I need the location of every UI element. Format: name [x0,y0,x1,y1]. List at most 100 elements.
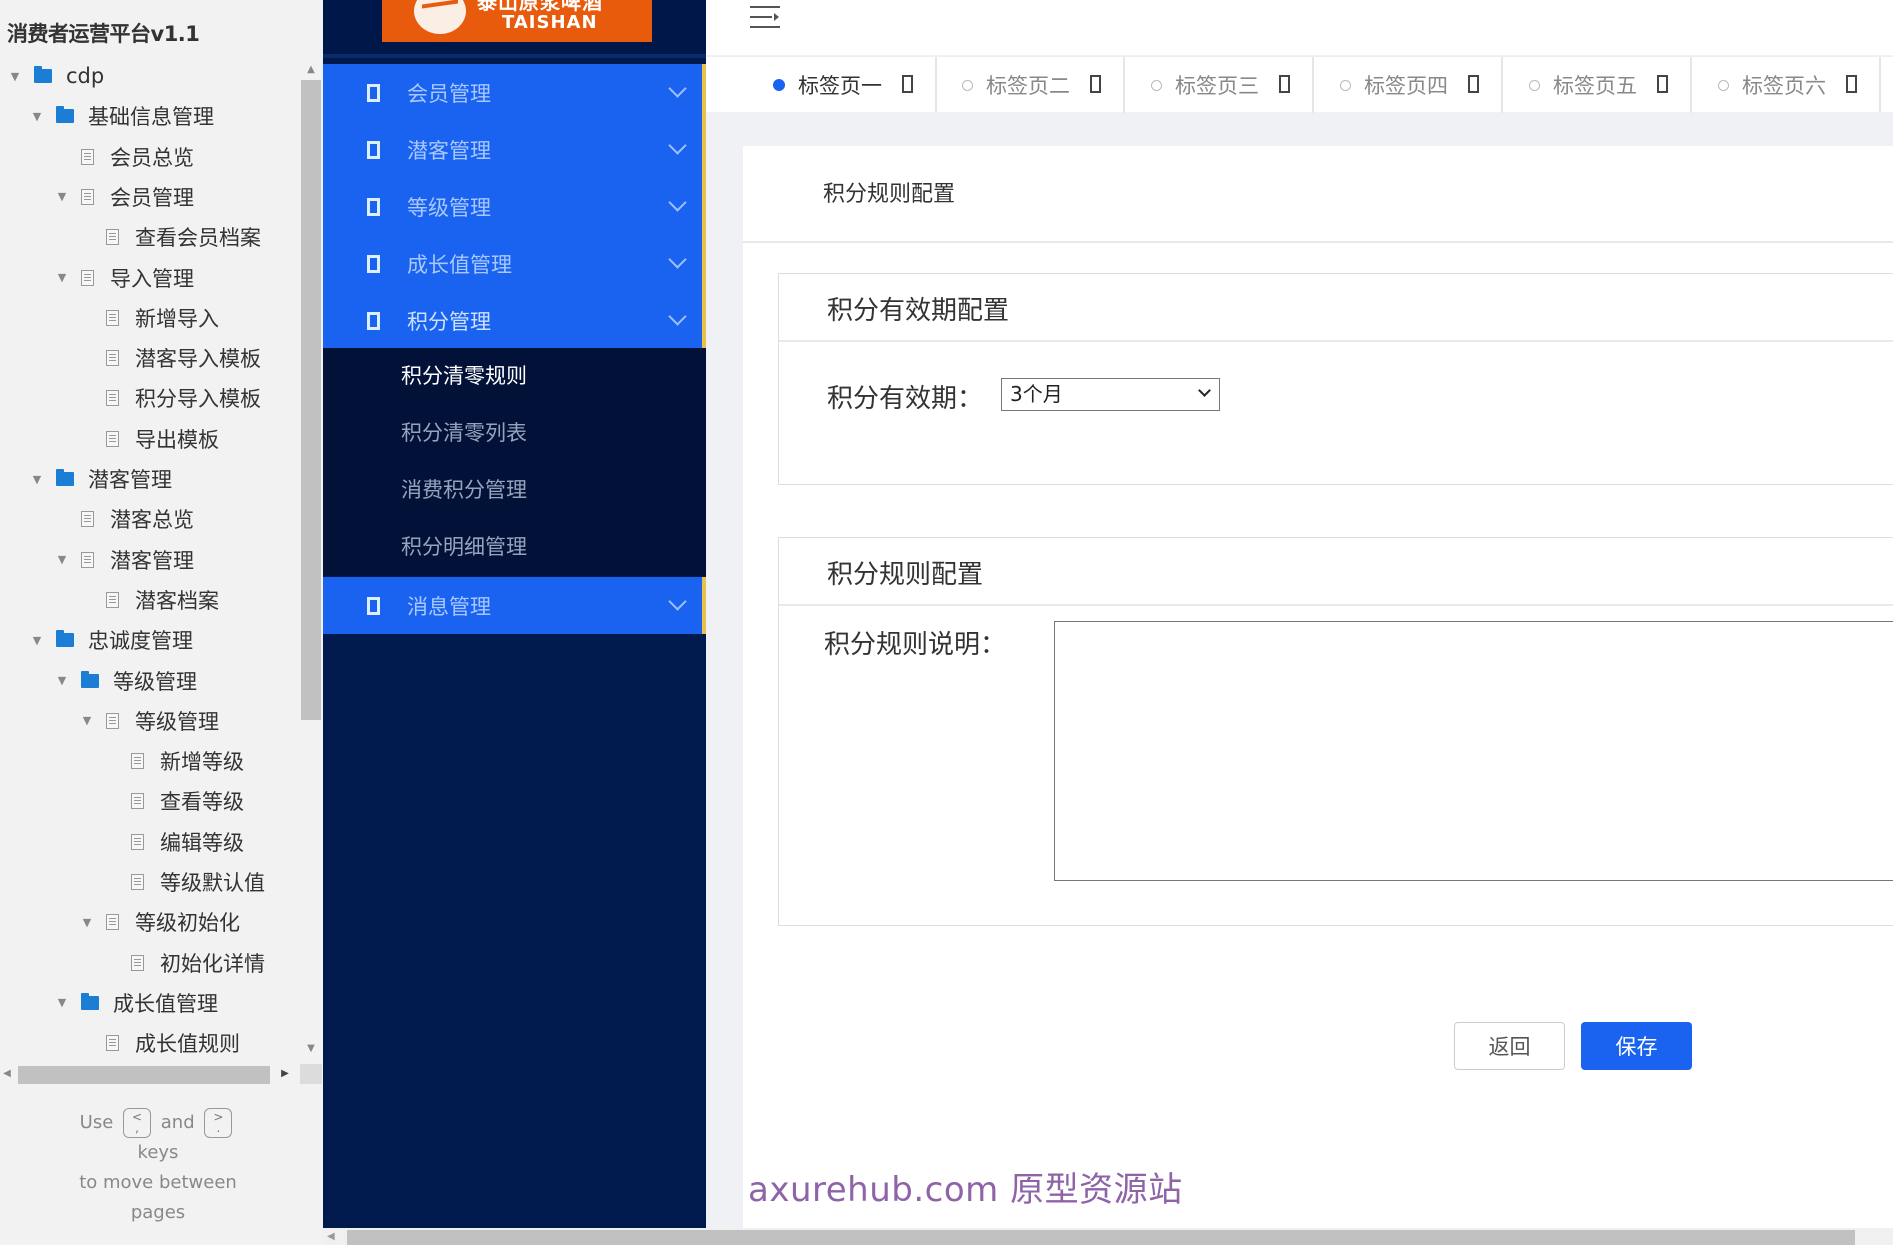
back-button[interactable]: 返回 [1454,1022,1565,1070]
nav-item[interactable]: 等级管理 [323,178,706,235]
sitemap-horizontal-scrollbar[interactable]: ◀ ▶ [0,1064,300,1084]
page-icon [106,229,119,246]
sitemap-item[interactable]: ▼潜客总览 [55,499,194,539]
submenu-item[interactable]: 积分清零规则 [401,348,527,405]
page-icon [106,350,119,367]
menu-fold-icon[interactable] [750,6,780,30]
tab-2[interactable]: 标签页二 [937,57,1125,113]
expand-caret-icon[interactable]: ▼ [55,661,69,701]
tab-1[interactable]: 标签页一 [706,57,937,113]
nav-item[interactable]: 成长值管理 [323,235,706,292]
scrollbar-thumb[interactable] [18,1066,270,1084]
sitemap-item[interactable]: ▼潜客档案 [80,580,219,620]
sitemap-vertical-scrollbar[interactable]: ▲ ▼ [300,62,322,1057]
expand-caret-icon[interactable]: ▼ [55,258,69,298]
scroll-right-arrow-icon[interactable]: ▶ [278,1064,292,1084]
sitemap-item[interactable]: ▼积分导入模板 [80,378,261,418]
submenu-item[interactable]: 消费积分管理 [401,462,527,519]
nav-item[interactable]: 潜客管理 [323,121,706,178]
nav-item[interactable]: 会员管理 [323,64,706,121]
sitemap-item-label: 潜客档案 [135,588,219,613]
expand-caret-icon[interactable]: ▼ [30,96,44,136]
sitemap-item[interactable]: ▼ 基础信息管理 [30,96,214,136]
sitemap-item[interactable]: ▼会员总览 [55,137,194,177]
page-icon [81,148,94,165]
tab-6[interactable]: 标签页六 [1693,57,1881,113]
sitemap-item[interactable]: ▼ 等级管理 [80,701,219,741]
sitemap-item[interactable]: ▼ 等级初始化 [80,902,240,942]
expand-caret-icon[interactable]: ▼ [55,983,69,1023]
rule-description-textarea[interactable] [1054,621,1893,881]
side-navigation: 泰山原浆啤酒 TAISHAN 会员管理潜客管理等级管理成长值管理积分管理消息管理… [323,0,706,1228]
sitemap-item[interactable]: ▼初始化详情 [105,943,265,983]
tab-5[interactable]: 标签页五 [1504,57,1692,113]
page-title: 积分规则配置 [823,182,956,207]
tab-close-icon[interactable] [1279,75,1290,93]
validity-period-select[interactable]: 3个月 [1001,378,1220,411]
top-bar [706,0,1893,55]
nav-item-label: 会员管理 [407,81,491,106]
sitemap-item-label: 新增等级 [160,750,244,775]
tab-close-icon[interactable] [1657,75,1668,93]
sitemap-item[interactable]: ▼新增等级 [105,741,244,781]
sitemap-item[interactable]: ▼查看会员档案 [80,217,261,257]
expand-caret-icon[interactable]: ▼ [30,620,44,660]
scrollbar-corner [300,1064,322,1084]
sitemap-item-label: 新增导入 [135,306,219,331]
tab-close-icon[interactable] [1846,75,1857,93]
sitemap-item-label: 编辑等级 [160,830,244,855]
sitemap-item[interactable]: ▼ 潜客管理 [30,459,172,499]
sitemap-item[interactable]: ▼ 成长值管理 [55,983,218,1023]
sitemap-item[interactable]: ▼ 潜客管理 [55,540,194,580]
tab-3[interactable]: 标签页三 [1126,57,1314,113]
submenu-item[interactable]: 积分清零列表 [401,405,527,462]
sitemap-item[interactable]: ▼导出模板 [80,419,219,459]
page-icon [131,833,144,850]
tab-close-icon[interactable] [1468,75,1479,93]
chevron-down-icon [668,193,687,212]
tab-close-icon[interactable] [1090,75,1101,93]
nav-item-label: 消息管理 [407,594,491,619]
sitemap-item[interactable]: ▼ 忠诚度管理 [30,620,193,660]
scroll-down-arrow-icon[interactable]: ▼ [300,1041,322,1057]
brand-logo[interactable]: 泰山原浆啤酒 TAISHAN [382,0,652,42]
sitemap-item[interactable]: ▼ 等级管理 [55,661,197,701]
main-horizontal-scrollbar[interactable]: ◀ [323,1228,1893,1245]
submenu-item[interactable]: 积分明细管理 [401,519,527,576]
validity-selected-value: 3个月 [1010,382,1063,406]
scroll-left-arrow-icon[interactable]: ◀ [0,1064,14,1084]
scrollbar-thumb[interactable] [301,80,321,720]
expand-caret-icon[interactable]: ▼ [55,177,69,217]
sitemap-item[interactable]: ▼潜客导入模板 [80,338,261,378]
sitemap-item[interactable]: ▼ 会员管理 [55,177,194,217]
hint-use: Use [79,1112,114,1133]
expand-caret-icon[interactable]: ▼ [55,540,69,580]
hint-keys: keys [137,1142,179,1163]
scroll-up-arrow-icon[interactable]: ▲ [300,62,322,78]
nav-item-label: 成长值管理 [407,252,512,277]
tab-close-icon[interactable] [902,75,913,93]
expand-caret-icon[interactable]: ▼ [30,459,44,499]
tab-label: 标签页三 [1175,74,1259,98]
folder-icon [56,630,74,648]
tab-4[interactable]: 标签页四 [1315,57,1503,113]
validity-config-section: 积分有效期配置 积分有效期： 3个月 [778,273,1893,485]
expand-caret-icon[interactable]: ▼ [80,902,94,942]
folder-icon [81,992,99,1010]
nav-item[interactable]: 积分管理 [323,292,706,349]
sitemap-item[interactable]: ▼ 导入管理 [55,258,194,298]
sitemap-item[interactable]: ▼ cdp [8,56,104,96]
nav-item-label: 等级管理 [407,195,491,220]
sitemap-item[interactable]: ▼成长值规则 [80,1023,240,1063]
sitemap-item[interactable]: ▼查看等级 [105,781,244,821]
scroll-left-arrow-icon[interactable]: ◀ [327,1228,335,1245]
sitemap-item[interactable]: ▼编辑等级 [105,822,244,862]
sitemap-item[interactable]: ▼等级默认值 [105,862,265,902]
expand-caret-icon[interactable]: ▼ [80,701,94,741]
save-button[interactable]: 保存 [1581,1022,1692,1070]
page-icon [81,551,94,568]
nav-item[interactable]: 消息管理 [323,577,706,634]
scrollbar-thumb[interactable] [347,1230,1855,1245]
expand-caret-icon[interactable]: ▼ [8,56,22,96]
sitemap-item[interactable]: ▼新增导入 [80,298,219,338]
